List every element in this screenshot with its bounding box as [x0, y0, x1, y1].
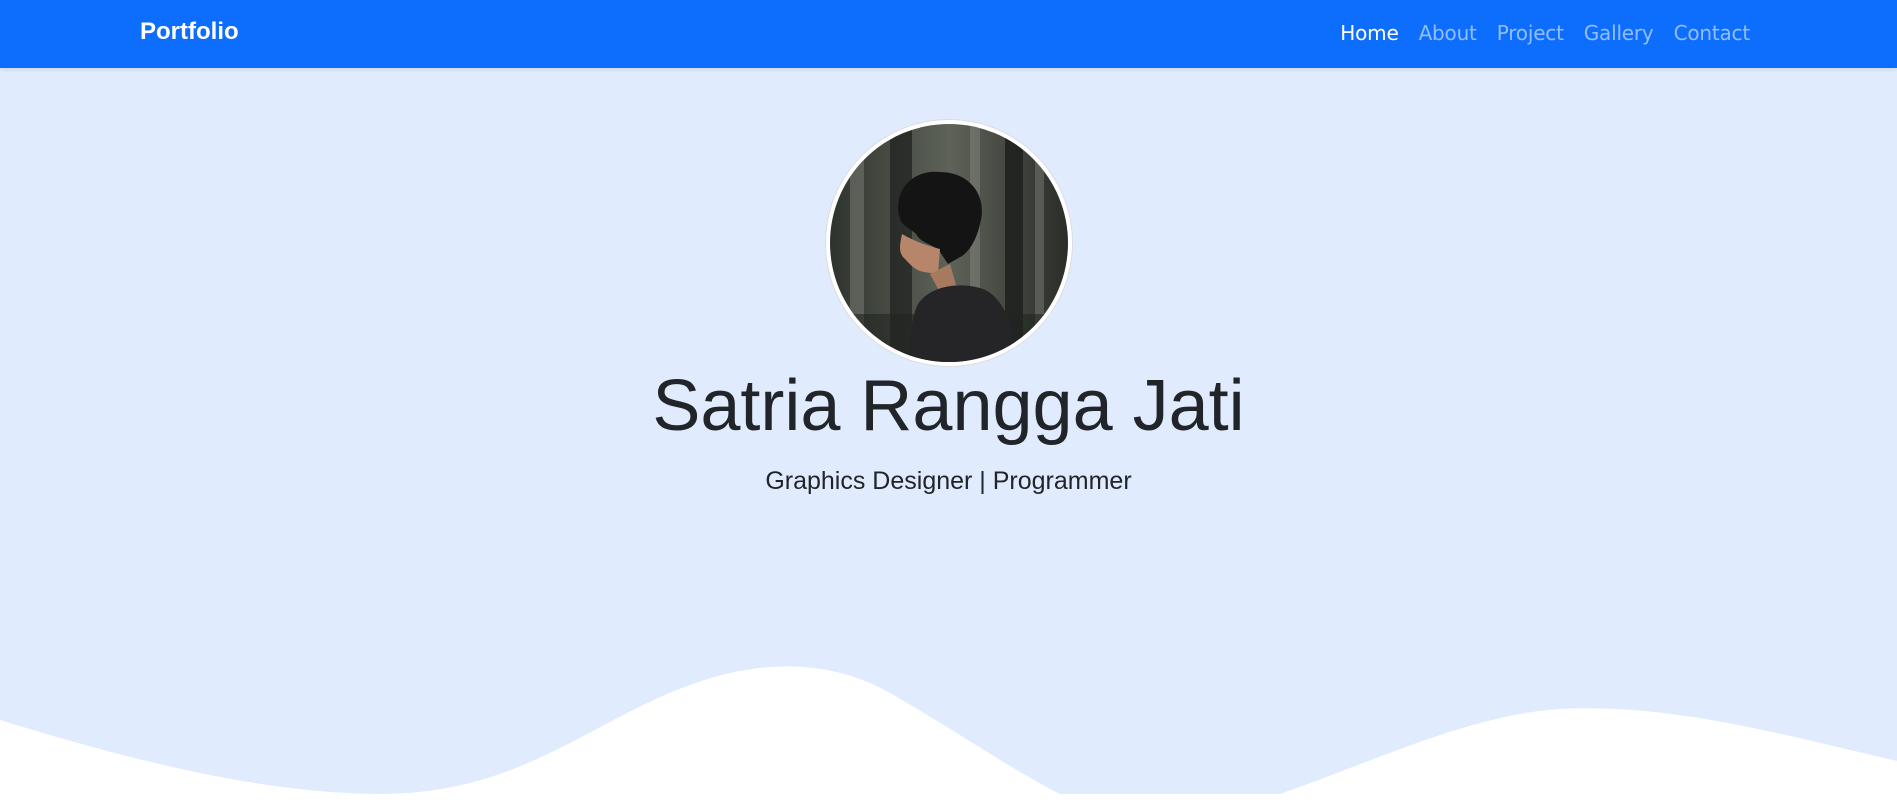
nav-link-gallery[interactable]: Gallery — [1584, 21, 1654, 45]
nav-links: Home About Project Gallery Contact — [1340, 21, 1750, 45]
wave-divider — [0, 666, 1897, 809]
nav-link-home[interactable]: Home — [1340, 21, 1398, 45]
profile-tagline: Graphics Designer | Programmer — [765, 467, 1132, 495]
nav-link-project[interactable]: Project — [1497, 21, 1564, 45]
nav-link-contact[interactable]: Contact — [1674, 21, 1751, 45]
hero-section: Satria Rangga Jati Graphics Designer | P… — [0, 68, 1897, 809]
nav-link-about[interactable]: About — [1419, 21, 1477, 45]
profile-name: Satria Rangga Jati — [652, 366, 1245, 446]
brand-logo[interactable]: Portfolio — [140, 18, 239, 46]
navbar: Portfolio Home About Project Gallery Con… — [0, 0, 1897, 68]
profile-photo — [830, 124, 1068, 362]
profile-avatar — [826, 120, 1072, 366]
